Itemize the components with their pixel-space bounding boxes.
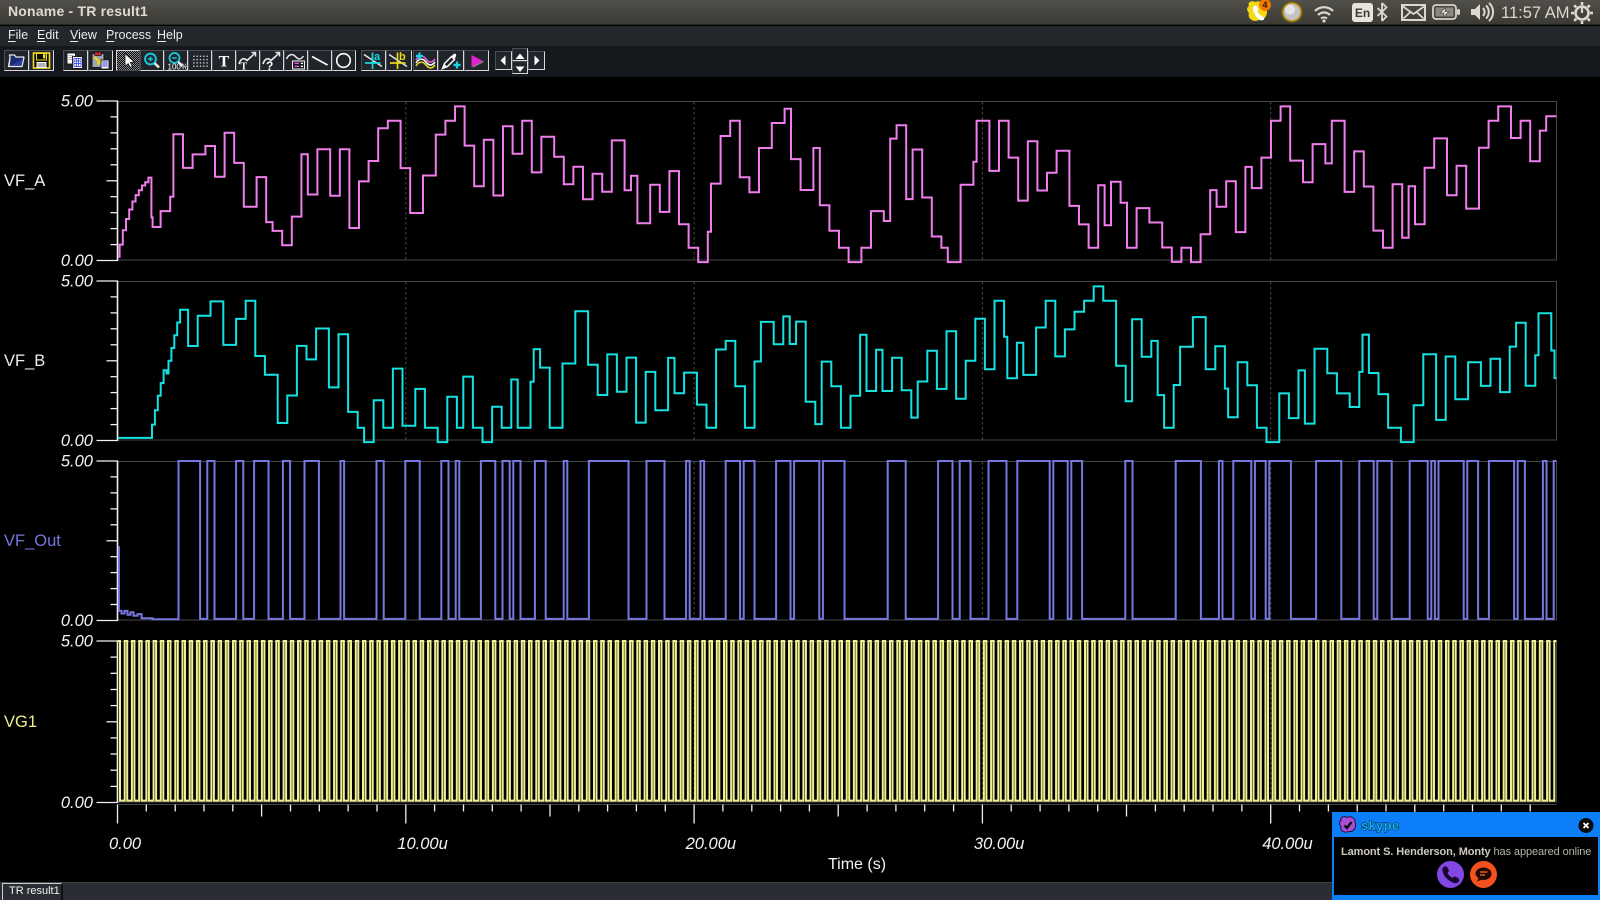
- svg-text:0.00: 0.00: [61, 432, 94, 450]
- svg-text:T: T: [219, 54, 230, 71]
- svg-text:30.00u: 30.00u: [974, 835, 1024, 853]
- svg-text:10.00u: 10.00u: [397, 835, 447, 853]
- svg-text:VG1: VG1: [4, 713, 37, 731]
- svg-text:VF_B: VF_B: [4, 352, 45, 370]
- svg-text:5.00: 5.00: [61, 273, 94, 291]
- svg-text:T: T: [241, 62, 248, 71]
- svg-text:20.00u: 20.00u: [685, 835, 736, 853]
- svg-text:5.00: 5.00: [61, 93, 94, 111]
- svg-text:0.00: 0.00: [109, 835, 142, 853]
- svg-text:5.00: 5.00: [61, 633, 94, 651]
- svg-text:a: a: [374, 51, 381, 63]
- svg-text:Time (s): Time (s): [828, 856, 886, 873]
- svg-text:11:57 AM: 11:57 AM: [1501, 4, 1570, 22]
- svg-text:0.00: 0.00: [61, 252, 94, 270]
- svg-text:skype: skype: [1361, 818, 1399, 833]
- svg-text:En: En: [1355, 6, 1370, 20]
- svg-text:0.00: 0.00: [61, 794, 94, 812]
- svg-text:100%: 100%: [168, 63, 188, 71]
- svg-text:?: ?: [266, 59, 273, 70]
- svg-text:0.00: 0.00: [61, 612, 94, 630]
- svg-text:40.00u: 40.00u: [1262, 835, 1312, 853]
- svg-text:b: b: [399, 51, 406, 63]
- svg-text:4: 4: [1262, 0, 1267, 10]
- svg-text:VF_A: VF_A: [4, 172, 45, 190]
- svg-text:5.00: 5.00: [61, 453, 94, 471]
- svg-text:VF_Out: VF_Out: [4, 532, 61, 550]
